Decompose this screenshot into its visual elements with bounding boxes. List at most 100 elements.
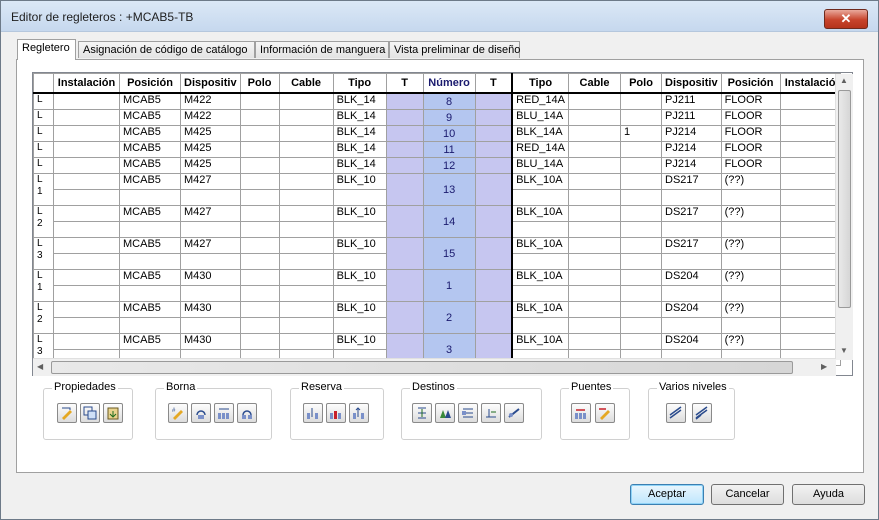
grid-cell[interactable] xyxy=(239,285,280,302)
grid-cell[interactable]: DS217 xyxy=(661,237,722,254)
grid-cell[interactable] xyxy=(53,301,120,318)
vertical-scrollbar[interactable]: ▲ ▼ xyxy=(835,74,853,360)
grid-cell[interactable] xyxy=(53,333,120,350)
grid-cell[interactable] xyxy=(779,221,841,238)
column-header[interactable]: Instalación xyxy=(53,73,120,94)
grid-cell[interactable]: FLOOR xyxy=(720,92,781,110)
table-row[interactable]: L MCAB5 M422 BLK_14 9 BLU_14A PJ211 FLOOR xyxy=(33,109,841,126)
grid-cell[interactable] xyxy=(278,253,334,270)
t-cell[interactable] xyxy=(385,269,424,302)
grid-cell[interactable]: M425 xyxy=(180,141,241,158)
grid-cell[interactable] xyxy=(511,189,570,206)
grid-cell[interactable]: BLK_14 xyxy=(332,157,387,174)
grid-cell[interactable]: MCAB5 xyxy=(119,333,181,350)
grid-cell[interactable]: BLU_14A xyxy=(511,157,570,174)
grid-cell[interactable]: DS204 xyxy=(661,333,722,350)
grid-cell[interactable]: M427 xyxy=(180,205,241,222)
grid-cell[interactable]: BLK_10A xyxy=(511,173,570,190)
column-header[interactable]: Tipo xyxy=(511,73,570,94)
grid-cell[interactable] xyxy=(53,92,120,110)
grid-cell[interactable] xyxy=(53,109,120,126)
scroll-left-arrow-icon[interactable]: ◀ xyxy=(37,362,43,371)
rotate-multiple-terminals-icon[interactable] xyxy=(237,403,257,423)
grid-cell[interactable] xyxy=(278,333,334,350)
grid-cell[interactable] xyxy=(779,173,841,190)
grid-cell[interactable] xyxy=(568,221,621,238)
grid-cell[interactable]: BLK_10 xyxy=(332,237,387,254)
tab-cable-info[interactable]: Información de manguera xyxy=(255,41,389,58)
grid-cell[interactable] xyxy=(779,189,841,206)
grid-cell[interactable] xyxy=(278,109,334,126)
grid-cell[interactable] xyxy=(119,189,181,206)
grid-cell[interactable] xyxy=(568,157,621,174)
grid-cell[interactable]: PJ214 xyxy=(661,157,722,174)
grid-cell[interactable]: M425 xyxy=(180,157,241,174)
copy-properties-icon[interactable] xyxy=(80,403,100,423)
help-button[interactable]: Ayuda xyxy=(792,484,865,505)
grid-cell[interactable] xyxy=(278,141,334,158)
grid-cell[interactable] xyxy=(568,125,621,142)
grid-cell[interactable] xyxy=(278,221,334,238)
grid-cell[interactable] xyxy=(568,92,621,110)
horizontal-scrollbar[interactable]: ◀ ▶ xyxy=(33,358,836,376)
grid-cell[interactable]: FLOOR xyxy=(720,125,781,142)
t-cell[interactable] xyxy=(385,237,424,270)
grid-cell[interactable] xyxy=(239,269,280,286)
t-cell[interactable] xyxy=(385,301,424,334)
grid-cell[interactable]: BLK_10 xyxy=(332,333,387,350)
grid-cell[interactable] xyxy=(239,125,280,142)
terminal-number[interactable]: 15 xyxy=(422,237,476,270)
grid-cell[interactable] xyxy=(620,333,662,350)
grid-cell[interactable] xyxy=(661,285,722,302)
grid-cell[interactable] xyxy=(779,205,841,222)
column-header[interactable]: Número xyxy=(422,73,476,94)
t-cell[interactable] xyxy=(385,125,424,142)
grid-cell[interactable] xyxy=(568,253,621,270)
grid-cell[interactable] xyxy=(568,285,621,302)
grid-cell[interactable] xyxy=(720,253,781,270)
row-level-header[interactable]: L xyxy=(33,157,54,174)
grid-cell[interactable] xyxy=(239,205,280,222)
table-row[interactable]: L 3 MCAB5 M427 BLK_10 15 BLK_10A DS217 (??) xyxy=(33,237,841,270)
grid-cell[interactable]: DS217 xyxy=(661,173,722,190)
grid-cell[interactable]: MCAB5 xyxy=(119,141,181,158)
grid-cell[interactable]: PJ214 xyxy=(661,125,722,142)
grid-cell[interactable] xyxy=(661,189,722,206)
edit-jumper-icon[interactable] xyxy=(595,403,615,423)
t-cell[interactable] xyxy=(385,141,424,158)
grid-cell[interactable] xyxy=(239,237,280,254)
grid-cell[interactable]: MCAB5 xyxy=(119,125,181,142)
grid-cell[interactable] xyxy=(620,173,662,190)
table-row[interactable]: L MCAB5 M425 BLK_14 12 BLU_14A PJ214 FLOOR xyxy=(33,157,841,174)
grid-cell[interactable] xyxy=(511,221,570,238)
grid-cell[interactable] xyxy=(53,221,120,238)
remove-spare-icon[interactable] xyxy=(349,403,369,423)
grid-cell[interactable] xyxy=(239,157,280,174)
grid-cell[interactable] xyxy=(779,253,841,270)
grid-cell[interactable] xyxy=(779,141,841,158)
grid-cell[interactable] xyxy=(278,269,334,286)
column-header[interactable]: Cable xyxy=(568,73,621,94)
t-cell[interactable] xyxy=(474,109,513,126)
table-row[interactable]: L 2 MCAB5 M430 BLK_10 2 BLK_10A DS204 (??) xyxy=(33,301,841,334)
column-header[interactable] xyxy=(33,73,54,94)
grid-cell[interactable] xyxy=(239,317,280,334)
t-cell[interactable] xyxy=(474,141,513,158)
grid-cell[interactable]: PJ211 xyxy=(661,109,722,126)
grid-cell[interactable] xyxy=(779,109,841,126)
grid-cell[interactable]: MCAB5 xyxy=(119,173,181,190)
grid-cell[interactable]: (??) xyxy=(720,333,781,350)
grid-cell[interactable] xyxy=(620,285,662,302)
column-header[interactable]: Posición xyxy=(720,73,781,94)
grid-cell[interactable] xyxy=(53,269,120,286)
tab-catalog-assignment[interactable]: Asignación de código de catálogo xyxy=(78,41,255,58)
grid-cell[interactable] xyxy=(239,109,280,126)
grid-cell[interactable]: PJ214 xyxy=(661,141,722,158)
terminal-number[interactable]: 14 xyxy=(422,205,476,238)
grid-cell[interactable]: BLK_14 xyxy=(332,141,387,158)
multilevel-icon-2[interactable] xyxy=(692,403,712,423)
column-header[interactable]: T xyxy=(474,73,513,94)
grid-cell[interactable] xyxy=(779,285,841,302)
grid-cell[interactable] xyxy=(620,269,662,286)
grid-cell[interactable] xyxy=(620,205,662,222)
